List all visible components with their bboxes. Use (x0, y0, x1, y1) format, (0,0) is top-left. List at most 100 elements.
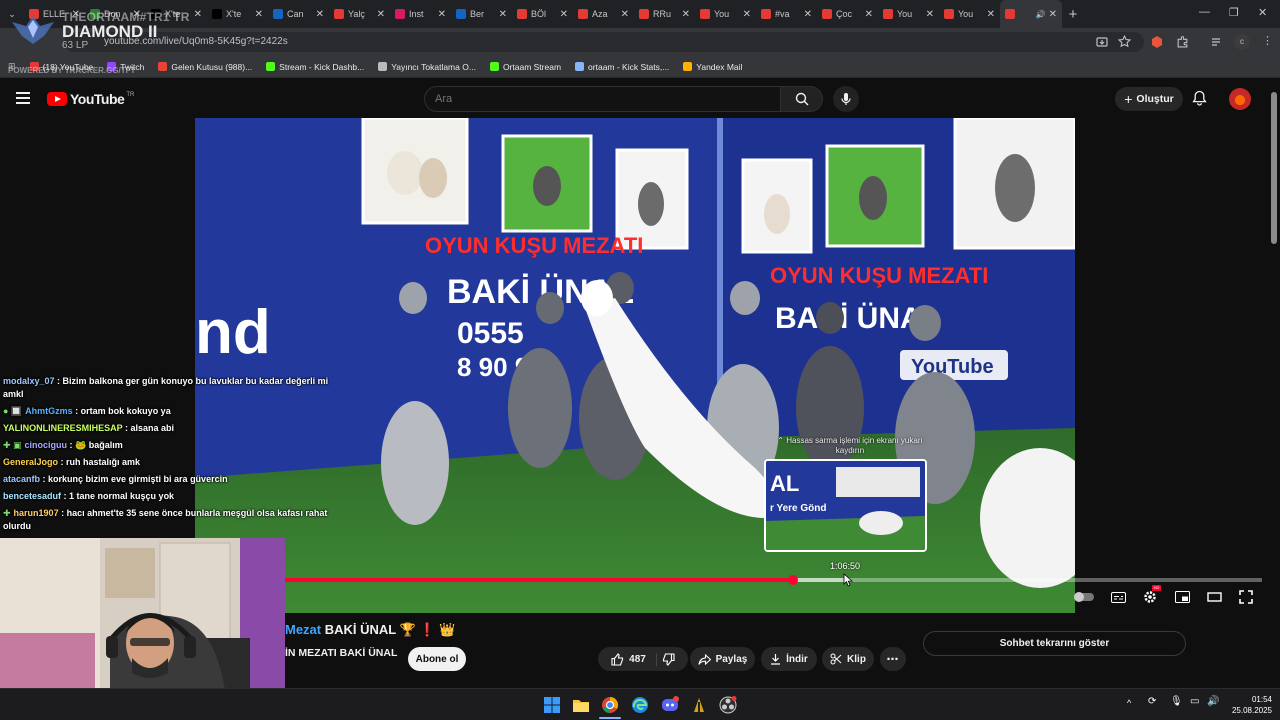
thumbs-down-icon[interactable] (662, 652, 675, 666)
bookmark-favicon-icon (378, 62, 388, 71)
clock-date[interactable]: 25.08.2025 (1220, 706, 1272, 715)
tray-chevron-up-icon[interactable]: ^ (1127, 698, 1131, 708)
show-chat-replay-button[interactable]: Sohbet tekrarını göster (923, 631, 1186, 656)
notifications-bell-icon[interactable] (1192, 90, 1207, 106)
video-player[interactable]: OYUN KUŞU MEZATI BAKİ ÜNAL 0555 8 90 9 O… (195, 118, 1075, 613)
progress-bar[interactable] (285, 575, 1262, 585)
download-button[interactable]: İndir (761, 647, 817, 671)
browser-tab[interactable]: 🔊 ✕ (1000, 0, 1062, 28)
fullscreen-button[interactable] (1237, 588, 1255, 606)
browser-tab[interactable]: You ✕ (695, 0, 756, 28)
bookmark-label: Yandex Mail (696, 61, 743, 72)
tab-close-icon[interactable]: ✕ (865, 9, 873, 20)
tab-audio-icon[interactable]: 🔊 (1036, 10, 1046, 19)
page-scrollbar[interactable] (1271, 92, 1277, 244)
x-icon (212, 9, 222, 19)
chat-message: ● 🔲 AhmtGzms : ortam bok kokuyo ya (0, 404, 335, 421)
game-launcher-icon[interactable] (690, 696, 708, 714)
browser-tab[interactable]: X'te ✕ (207, 0, 268, 28)
browser-tab[interactable]: Yalç ✕ (329, 0, 390, 28)
create-button[interactable]: + Oluştur (1115, 87, 1183, 111)
more-actions-button[interactable]: ⋯ (880, 647, 906, 671)
clock-time[interactable]: 01:54 (1228, 695, 1272, 704)
tab-close-icon[interactable]: ✕ (377, 9, 385, 20)
browser-tab[interactable]: BÖl ✕ (512, 0, 573, 28)
tab-close-icon[interactable]: ✕ (987, 9, 995, 20)
settings-button[interactable]: HD (1141, 585, 1161, 606)
tab-close-icon[interactable]: ✕ (499, 9, 507, 20)
subscribe-button[interactable]: Abone ol (408, 647, 466, 671)
browser-tab[interactable]: You ✕ (939, 0, 1000, 28)
search-input[interactable] (435, 93, 765, 105)
progress-scrubber-handle[interactable] (788, 575, 799, 585)
rank-overlay: THEORTAAM#TR1 TR DIAMOND II 63 LP POWERE… (8, 8, 208, 75)
tab-close-icon[interactable]: ✕ (743, 9, 751, 20)
theater-mode-button[interactable] (1205, 588, 1223, 606)
new-tab-button[interactable]: + (1062, 6, 1084, 23)
browser-tab[interactable]: RRu ✕ (634, 0, 695, 28)
search-box[interactable] (424, 86, 781, 112)
streamer-webcam (0, 538, 285, 690)
chat-message: atacanfb : korkunç bizim eve girmişti bi… (0, 472, 335, 489)
channel-name[interactable]: İN MEZATI BAKİ ÜNAL (285, 647, 397, 659)
autoplay-toggle[interactable] (1073, 588, 1095, 606)
clip-button[interactable]: Klip (822, 647, 874, 671)
browser-tab[interactable]: Aza ✕ (573, 0, 634, 28)
tab-close-icon[interactable]: ✕ (621, 9, 629, 20)
restore-icon[interactable]: ❐ (1229, 6, 1239, 19)
obs-icon[interactable] (719, 696, 737, 714)
file-explorer-icon[interactable] (572, 696, 590, 714)
browser-menu-icon[interactable]: ⋮ (1262, 34, 1273, 47)
install-app-icon[interactable] (1096, 36, 1108, 48)
share-button[interactable]: Paylaş (690, 647, 755, 671)
video-title-hashtag[interactable]: Mezat (285, 622, 321, 637)
browser-tab[interactable]: You ✕ (878, 0, 939, 28)
bookmark-item[interactable]: Yayıncı Tokatlama O... (378, 62, 476, 72)
tab-close-icon[interactable]: ✕ (316, 9, 324, 20)
browser-tab[interactable]: Can ✕ (268, 0, 329, 28)
tray-sync-icon[interactable]: ⟳ (1148, 696, 1156, 707)
voice-search-button[interactable] (833, 86, 859, 112)
omnibox[interactable]: youtube.com/live/Uq0m8-5K45g?t=2422s (64, 32, 1144, 52)
tab-close-icon[interactable]: ✕ (255, 9, 263, 20)
like-button[interactable]: 487 (611, 652, 657, 666)
windows-start-icon[interactable] (543, 696, 561, 714)
tab-close-icon[interactable]: ✕ (682, 9, 690, 20)
tab-close-icon[interactable]: ✕ (804, 9, 812, 20)
miniplayer-button[interactable] (1173, 588, 1191, 606)
tab-close-icon[interactable]: ✕ (926, 9, 934, 20)
tab-close-icon[interactable]: ✕ (1049, 9, 1057, 20)
tray-network-icon[interactable]: ▭ (1190, 696, 1199, 707)
tab-close-icon[interactable]: ✕ (560, 9, 568, 20)
banner-title-right: OYUN KUŞU MEZATI (770, 263, 988, 288)
minimize-icon[interactable]: — (1199, 6, 1210, 18)
subtitles-button[interactable] (1109, 588, 1127, 606)
hamburger-menu-icon[interactable] (16, 92, 30, 104)
bookmark-item[interactable]: ortaam - Kick Stats,... (575, 62, 669, 72)
edge-icon[interactable] (631, 696, 649, 714)
media-queue-icon[interactable] (1211, 36, 1223, 48)
browser-tab[interactable]: #va ✕ (756, 0, 817, 28)
chrome-icon[interactable] (601, 696, 619, 714)
browser-tab[interactable]: Inst ✕ (390, 0, 451, 28)
browser-tab[interactable]: Ber ✕ (451, 0, 512, 28)
youtube-logo[interactable]: YouTube TR (47, 91, 134, 107)
extensions-puzzle-icon[interactable] (1176, 35, 1189, 48)
bookmark-item[interactable]: Gelen Kutusu (988)... (158, 62, 252, 72)
bookmark-item[interactable]: Yandex Mail (683, 62, 742, 72)
browser-tab[interactable]: Çoc ✕ (817, 0, 878, 28)
close-window-icon[interactable]: ✕ (1258, 6, 1267, 19)
discord-icon[interactable] (661, 696, 679, 714)
share-label: Paylaş (715, 653, 748, 665)
search-button[interactable] (781, 86, 823, 112)
profile-avatar[interactable]: c (1234, 34, 1250, 50)
bookmark-item[interactable]: Stream - Kick Dashb... (266, 62, 364, 72)
bookmark-star-icon[interactable] (1118, 35, 1131, 48)
m-icon (456, 9, 466, 19)
tab-close-icon[interactable]: ✕ (438, 9, 446, 20)
tray-mic-icon[interactable]: 🎙 (1170, 696, 1183, 707)
bookmark-item[interactable]: Ortaam Stream (489, 62, 561, 72)
account-avatar[interactable] (1229, 88, 1251, 110)
tray-volume-icon[interactable]: 🔊 (1207, 696, 1219, 707)
extension-icon-red[interactable] (1150, 35, 1164, 49)
